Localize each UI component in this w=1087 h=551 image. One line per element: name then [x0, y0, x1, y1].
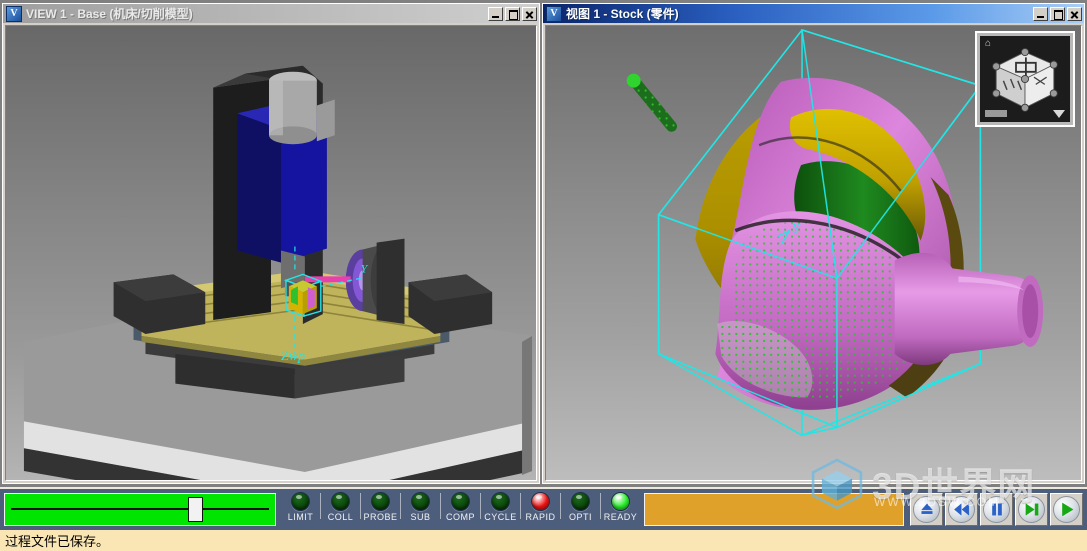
- pause-button[interactable]: [980, 492, 1013, 526]
- vericut-app-icon: V: [6, 5, 22, 22]
- cutting-tool: [626, 73, 678, 132]
- button-bezel: [1053, 495, 1080, 523]
- simulation-control-bar: LIMIT COLL PROBE SUB COMP CYCLE RAPID OPTI READY: [0, 487, 1087, 529]
- status-bar: 过程文件已保存。: [0, 529, 1087, 551]
- view-cube-widget[interactable]: ⌂: [975, 31, 1075, 127]
- chevron-down-icon[interactable]: [1053, 110, 1065, 118]
- led-lamp-icon: [491, 492, 510, 511]
- view-cube-inner[interactable]: ⌂: [980, 36, 1070, 122]
- led-lamp-icon: [371, 492, 390, 511]
- led-separator: [440, 493, 441, 519]
- led-label: PROBE: [363, 512, 398, 522]
- transport-controls[interactable]: [910, 492, 1083, 526]
- viewport-stock-canvas[interactable]: Y ⌂: [546, 26, 1081, 480]
- led-indicator-opti[interactable]: OPTI: [561, 490, 600, 522]
- led-indicator-coll[interactable]: COLL: [321, 490, 360, 522]
- window-title-base: VIEW 1 - Base (机床/切削模型): [26, 7, 193, 21]
- titlebar-base[interactable]: V VIEW 1 - Base (机床/切削模型): [3, 4, 539, 23]
- led-lamp-icon: [291, 492, 310, 511]
- led-label: COLL: [327, 512, 354, 522]
- led-separator: [480, 493, 481, 519]
- led-label: CYCLE: [484, 512, 517, 522]
- run-progress-bar[interactable]: [644, 492, 904, 526]
- led-lamp-icon: [571, 492, 590, 511]
- rewind-button[interactable]: [945, 492, 978, 526]
- pause-bars-icon: [991, 503, 1002, 515]
- close-button-base[interactable]: [522, 6, 537, 21]
- button-bezel: [913, 495, 940, 523]
- status-message: 过程文件已保存。: [5, 534, 110, 549]
- play-triangle-icon: [1061, 502, 1074, 516]
- led-separator: [560, 493, 561, 519]
- led-separator: [400, 493, 401, 519]
- eject-triangle-icon: [920, 502, 933, 514]
- led-lamp-icon: [451, 492, 470, 511]
- close-button-stock[interactable]: [1067, 6, 1082, 21]
- button-bezel: [948, 495, 975, 523]
- window-buttons-stock[interactable]: [1033, 6, 1082, 21]
- machine-model-3d: Zwp Y: [23, 65, 533, 480]
- led-label: OPTI: [568, 512, 592, 522]
- led-separator: [600, 493, 601, 519]
- led-label: READY: [603, 512, 638, 522]
- led-lamp-icon: [531, 492, 550, 511]
- led-label: COMP: [446, 512, 475, 522]
- status-led-strip: LIMIT COLL PROBE SUB COMP CYCLE RAPID OPTI READY: [281, 490, 640, 528]
- led-lamp-icon: [411, 492, 430, 511]
- axis-label-zwp: Zwp: [281, 349, 305, 364]
- maximize-button-base[interactable]: [505, 6, 520, 21]
- viewport-stock[interactable]: Y ⌂: [545, 25, 1082, 481]
- view-cube-label-bar[interactable]: [985, 110, 1007, 117]
- led-indicator-cycle[interactable]: CYCLE: [481, 490, 520, 522]
- led-indicator-probe[interactable]: PROBE: [361, 490, 400, 522]
- led-separator: [520, 493, 521, 519]
- play-button[interactable]: [1050, 492, 1083, 526]
- maximize-button-stock[interactable]: [1050, 6, 1065, 21]
- mdi-client-area: V VIEW 1 - Base (机床/切削模型) Zwp Y V 视图 1 -…: [0, 0, 1087, 510]
- speed-slider[interactable]: [4, 492, 276, 526]
- led-separator: [320, 493, 321, 519]
- led-label: SUB: [410, 512, 431, 522]
- minimize-button-stock[interactable]: [1033, 6, 1048, 21]
- step-button[interactable]: [1015, 492, 1048, 526]
- button-bezel: [1018, 495, 1045, 523]
- led-lamp-icon: [331, 492, 350, 511]
- led-indicator-sub[interactable]: SUB: [401, 490, 440, 522]
- led-lamp-icon: [611, 492, 630, 511]
- led-label: LIMIT: [287, 512, 314, 522]
- eject-button[interactable]: [910, 492, 943, 526]
- led-indicator-ready[interactable]: READY: [601, 490, 640, 522]
- view-window-stock[interactable]: V 视图 1 - Stock (零件) Y ⌂: [542, 3, 1085, 484]
- rewind-double-left-icon: [953, 502, 969, 516]
- led-indicator-limit[interactable]: LIMIT: [281, 490, 320, 522]
- window-buttons-base[interactable]: [488, 6, 537, 21]
- button-bezel: [983, 495, 1010, 523]
- vericut-main-window: V VIEW 1 - Base (机床/切削模型) Zwp Y V 视图 1 -…: [0, 0, 1087, 551]
- slider-thumb[interactable]: [188, 496, 204, 522]
- led-label: RAPID: [525, 512, 556, 522]
- led-indicator-rapid[interactable]: RAPID: [521, 490, 560, 522]
- minimize-button-base[interactable]: [488, 6, 503, 21]
- view-window-base[interactable]: V VIEW 1 - Base (机床/切削模型) Zwp Y: [2, 3, 540, 484]
- step-forward-icon: [1025, 502, 1038, 516]
- viewport-base[interactable]: Zwp Y: [5, 25, 537, 481]
- titlebar-stock[interactable]: V 视图 1 - Stock (零件): [543, 4, 1084, 23]
- vericut-app-icon: V: [546, 5, 562, 22]
- slider-track: [11, 508, 269, 510]
- window-title-stock: 视图 1 - Stock (零件): [566, 7, 679, 21]
- led-indicator-comp[interactable]: COMP: [441, 490, 480, 522]
- led-separator: [360, 493, 361, 519]
- viewport-base-canvas[interactable]: Zwp Y: [6, 26, 536, 480]
